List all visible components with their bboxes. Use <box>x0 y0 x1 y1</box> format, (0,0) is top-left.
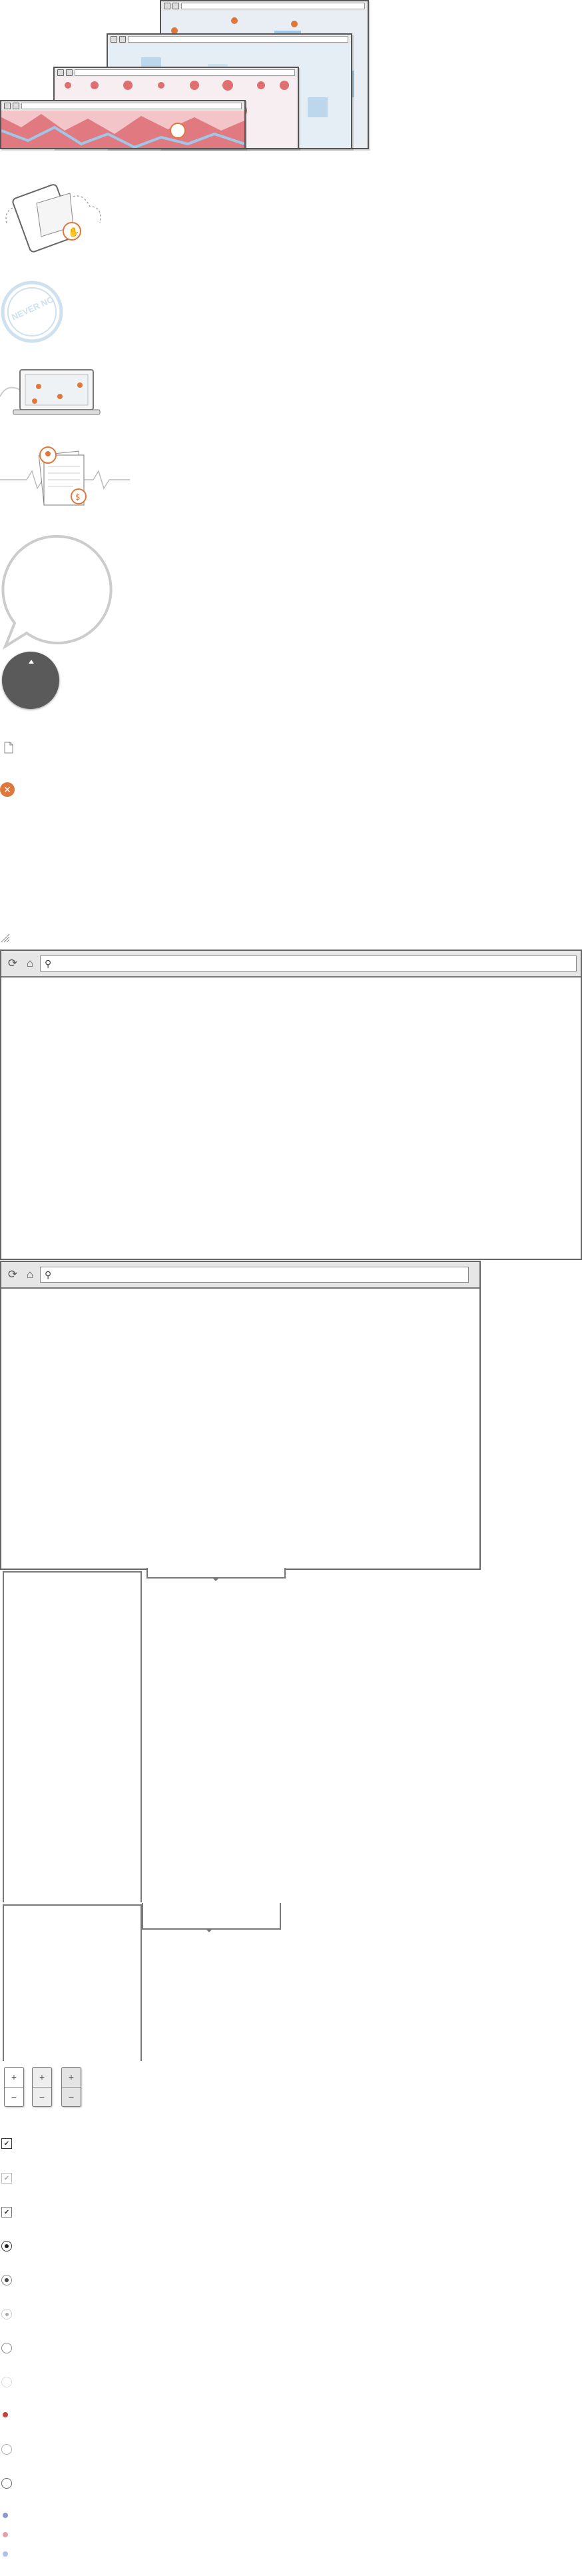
tablet-hand-illustration: ✋ <box>5 184 101 253</box>
map-window-front <box>0 100 246 149</box>
svg-text:✋: ✋ <box>68 227 79 238</box>
home-icon <box>172 3 179 9</box>
url-field <box>181 3 365 9</box>
search-icon: ⚲ <box>45 958 52 969</box>
caret-up-icon <box>29 660 34 664</box>
marker-dot-red <box>3 2412 8 2417</box>
browser-window-medium: ⟳ ⌂ ⚲ <box>0 1261 481 1570</box>
zoom-in-button[interactable]: + <box>33 2068 51 2088</box>
document-icon <box>4 742 13 754</box>
radio-selected-light[interactable] <box>1 2309 12 2319</box>
radio-empty[interactable] <box>1 2478 12 2489</box>
browser-toolbar: ⟳ ⌂ ⚲ <box>1 1262 479 1289</box>
side-panel-top <box>3 1571 142 1902</box>
resize-handle-icon[interactable] <box>0 933 11 944</box>
side-panel-bottom <box>3 1904 142 2061</box>
marker-dot-light-blue <box>3 2551 8 2557</box>
zoom-in-button[interactable]: + <box>5 2068 23 2088</box>
url-field[interactable]: ⚲ <box>40 1267 469 1283</box>
zoom-out-button[interactable]: − <box>62 2088 81 2107</box>
radio-empty-light[interactable] <box>1 2377 12 2387</box>
reload-icon <box>164 3 170 9</box>
browser-toolbar: ⟳ ⌂ ⚲ <box>1 951 581 977</box>
radio-empty[interactable] <box>1 2444 12 2455</box>
documents-location-illustration: $ <box>0 446 130 506</box>
search-icon: ⚲ <box>45 1269 52 1280</box>
tooltip-popup-2 <box>142 1903 281 1930</box>
zoom-out-button[interactable]: − <box>5 2088 23 2107</box>
radio-selected[interactable] <box>1 2275 12 2285</box>
map-thumbnail <box>1 111 244 148</box>
url-field[interactable]: ⚲ <box>40 956 577 971</box>
svg-text:$: $ <box>75 492 81 502</box>
speech-bubble <box>1 534 113 650</box>
marker-dot-blue <box>3 2513 8 2518</box>
checkbox-checked[interactable]: ✔ <box>1 2138 12 2149</box>
zoom-control[interactable]: + − <box>61 2067 81 2107</box>
reload-icon[interactable]: ⟳ <box>5 1267 20 1282</box>
zoom-in-button[interactable]: + <box>62 2068 81 2088</box>
dark-circle-button[interactable] <box>2 652 59 709</box>
marker-dot-pink <box>3 2532 8 2537</box>
checkbox-checked[interactable]: ✔ <box>1 2207 12 2218</box>
laptop-map-illustration <box>0 369 101 415</box>
radio-empty[interactable] <box>1 2343 12 2353</box>
checkbox-checked-light[interactable]: ✔ <box>1 2173 12 2184</box>
reload-icon[interactable]: ⟳ <box>5 956 20 971</box>
tooltip-arrow-2 <box>205 1928 213 1932</box>
close-icon[interactable]: ✕ <box>0 782 15 797</box>
zoom-control[interactable]: + − <box>4 2067 24 2107</box>
home-icon[interactable]: ⌂ <box>23 1267 37 1282</box>
zoom-control[interactable]: + − <box>32 2067 52 2107</box>
tooltip-arrow <box>212 1577 220 1581</box>
browser-window-large: ⟳ ⌂ ⚲ <box>0 950 582 1260</box>
home-icon[interactable]: ⌂ <box>23 956 37 971</box>
radio-selected[interactable] <box>1 2241 12 2252</box>
zoom-out-button[interactable]: − <box>33 2088 51 2107</box>
